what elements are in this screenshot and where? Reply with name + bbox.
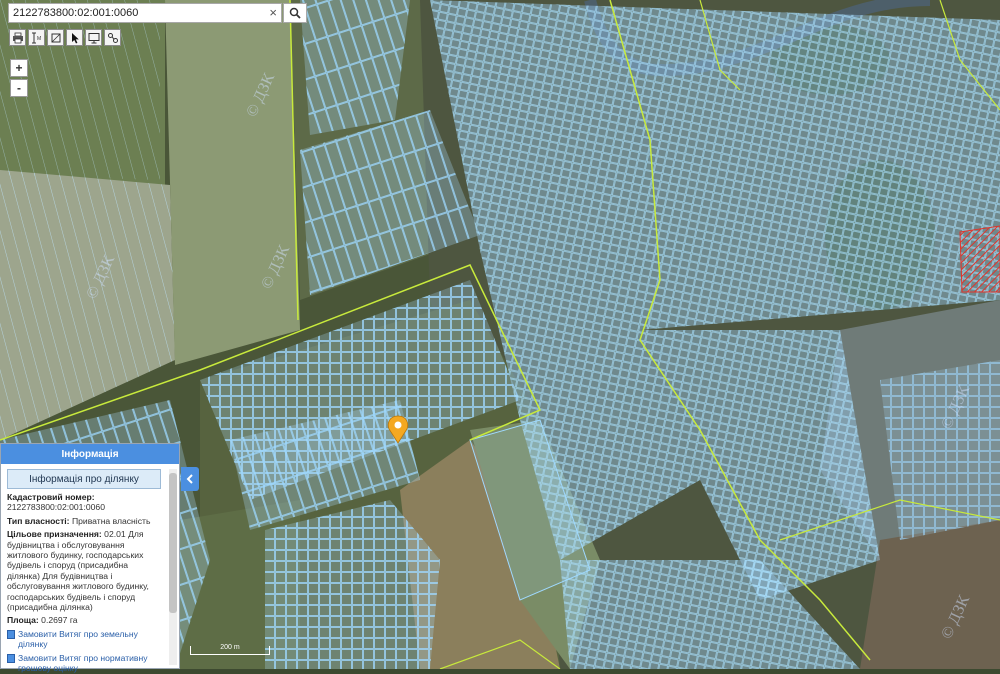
monitor-button[interactable] xyxy=(85,29,102,46)
ownership-label: Тип власності: xyxy=(7,515,70,526)
print-button[interactable] xyxy=(9,29,26,46)
clear-search-button[interactable]: × xyxy=(269,6,277,20)
info-panel-title: Інформація xyxy=(1,444,179,464)
measure-area-icon xyxy=(51,33,60,42)
monitor-icon xyxy=(88,32,99,43)
cadastral-label: Кадастровий номер: xyxy=(7,492,95,502)
search-icon xyxy=(289,7,301,19)
zoom-control: + - xyxy=(10,59,28,99)
ownership-field: Тип власності: Приватна власність xyxy=(7,516,161,526)
info-panel: Інформація Інформація про ділянку Кадаст… xyxy=(0,443,180,673)
area-value: 0.2697 га xyxy=(41,615,78,626)
parcel-info-tab[interactable]: Інформація про ділянку xyxy=(7,469,161,489)
selected-parcel[interactable] xyxy=(959,225,1000,293)
search-input[interactable] xyxy=(9,7,257,19)
zoom-in-button[interactable]: + xyxy=(10,59,28,77)
measure-area-button[interactable] xyxy=(47,29,64,46)
layers-icon xyxy=(107,32,118,43)
order-valuation-link[interactable]: Замовити Витяг про нормативну грошову оц… xyxy=(7,653,161,674)
search-button[interactable] xyxy=(283,3,307,23)
area-field: Площа: 0.2697 га xyxy=(7,615,161,625)
parcel-grid xyxy=(880,360,1000,540)
document-icon xyxy=(7,629,15,639)
purpose-value: 02.01 Для будівництва і обслуговування ж… xyxy=(7,529,149,613)
parcel-details: Кадастровий номер: 2122783800:02:001:006… xyxy=(1,492,179,674)
map-toolbar: M xyxy=(9,29,121,46)
collapse-panel-button[interactable] xyxy=(181,467,199,491)
scale-bar: 200 m xyxy=(190,644,270,655)
field-area xyxy=(165,0,300,365)
zoom-out-button[interactable]: - xyxy=(10,79,28,97)
purpose-field: Цільове призначення: 02.01 Для будівницт… xyxy=(7,529,161,612)
order-extract-link-text: Замовити Витяг про земельну ділянку xyxy=(18,628,138,650)
parcel-grid xyxy=(300,0,410,135)
rail-yard xyxy=(860,520,1000,669)
order-extract-link[interactable]: Замовити Витяг про земельну ділянку xyxy=(7,629,161,650)
svg-text:M: M xyxy=(37,36,41,42)
print-icon xyxy=(12,32,23,43)
info-panel-scrollbar[interactable] xyxy=(169,469,177,665)
pointer-button[interactable] xyxy=(66,29,83,46)
search-box: × xyxy=(8,3,282,23)
chevron-left-icon xyxy=(186,474,193,484)
cadastral-field: Кадастровий номер: 2122783800:02:001:006… xyxy=(7,492,161,513)
area-label: Площа: xyxy=(7,615,39,626)
scrollbar-thumb[interactable] xyxy=(169,473,177,613)
scale-label: 200 m xyxy=(220,644,240,651)
measure-length-button[interactable]: M xyxy=(28,29,45,46)
purpose-label: Цільове призначення: xyxy=(7,529,102,540)
layers-button[interactable] xyxy=(104,29,121,46)
document-icon xyxy=(7,653,15,663)
measure-length-icon: M xyxy=(31,32,41,43)
order-valuation-link-text: Замовити Витяг про нормативну грошову оц… xyxy=(18,652,148,674)
cadastral-value: 2122783800:02:001:0060 xyxy=(7,502,105,513)
ownership-value: Приватна власність xyxy=(71,515,151,526)
pointer-icon xyxy=(71,32,79,43)
